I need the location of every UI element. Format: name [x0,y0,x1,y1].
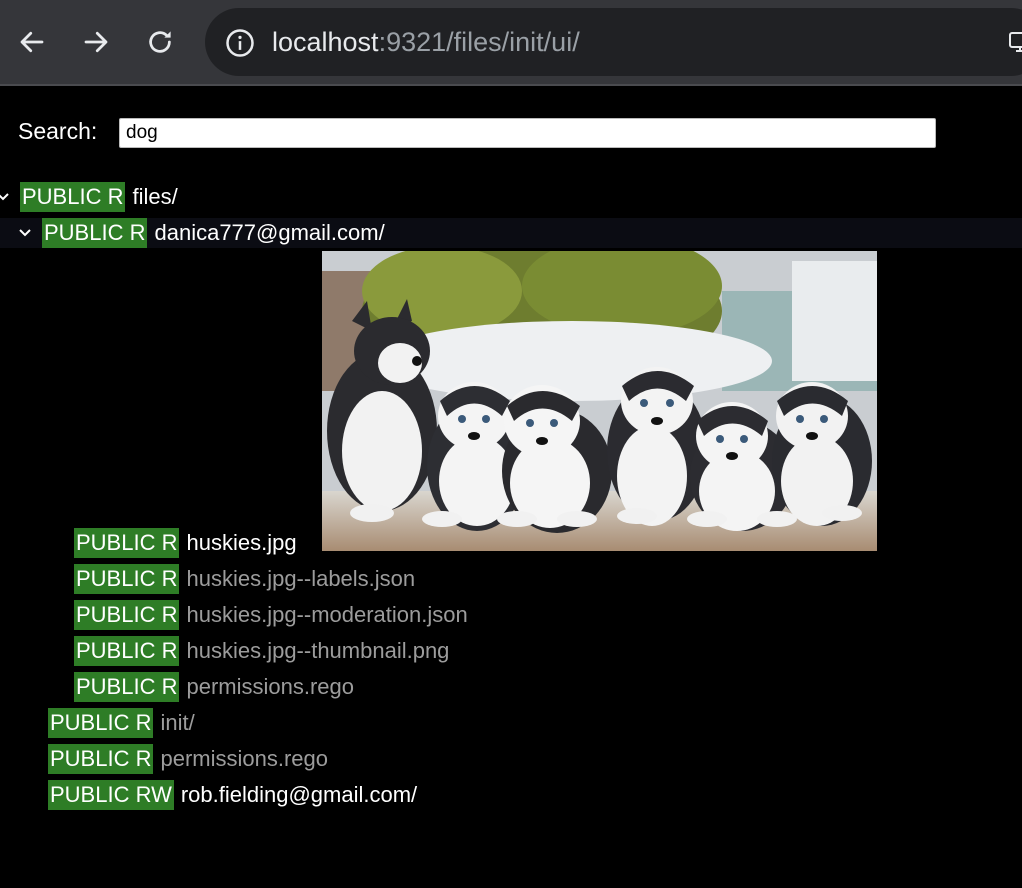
file-name[interactable]: permissions.rego [160,746,328,772]
address-bar[interactable]: localhost:9321/files/init/ui/ [205,8,1022,76]
permission-badge: PUBLIC R [74,600,180,630]
list-item[interactable]: PUBLIC R huskies.jpg--thumbnail.png [74,636,449,666]
permission-badge: PUBLIC R [48,708,154,738]
folder-name[interactable]: files/ [132,184,177,210]
permission-badge: PUBLIC R [20,182,126,212]
reload-icon [149,31,171,53]
huskies-photo [322,251,877,551]
tree-row-user-danica[interactable]: PUBLIC R danica777@gmail.com/ [0,218,1022,248]
tree-row-permissions[interactable]: PUBLIC R permissions.rego [48,744,328,774]
file-name[interactable]: huskies.jpg [186,530,296,556]
permission-badge: PUBLIC R [74,636,180,666]
list-item[interactable]: PUBLIC R huskies.jpg [74,528,297,558]
permission-badge: PUBLIC RW [48,780,174,810]
cast-icon[interactable] [1008,30,1022,54]
search-label: Search: [18,118,98,144]
file-name[interactable]: huskies.jpg--thumbnail.png [186,638,449,664]
forward-arrow-icon [84,31,108,53]
back-button[interactable] [12,22,52,62]
info-icon[interactable] [225,28,255,58]
reload-button[interactable] [140,22,180,62]
back-arrow-icon [20,31,44,53]
file-name[interactable]: huskies.jpg--labels.json [186,566,415,592]
url-text[interactable]: localhost:9321/files/init/ui/ [272,24,580,60]
chevron-down-icon[interactable] [0,190,10,204]
chevron-down-icon[interactable] [18,226,32,240]
permission-badge: PUBLIC R [74,528,180,558]
permission-badge: PUBLIC R [74,672,180,702]
folder-name[interactable]: rob.fielding@gmail.com/ [181,782,417,808]
url-path: :9321/files/init/ui/ [378,27,580,57]
folder-name[interactable]: danica777@gmail.com/ [154,220,384,246]
list-item[interactable]: PUBLIC R huskies.jpg--moderation.json [74,600,468,630]
folder-name[interactable]: init/ [160,710,194,736]
image-preview-huskies [322,251,877,551]
forward-button[interactable] [76,22,116,62]
file-name[interactable]: huskies.jpg--moderation.json [186,602,467,628]
permission-badge: PUBLIC R [48,744,154,774]
file-name[interactable]: permissions.rego [186,674,354,700]
tree-row-files[interactable]: PUBLIC R files/ [0,182,178,212]
list-item[interactable]: PUBLIC R permissions.rego [74,672,354,702]
tree-row-init[interactable]: PUBLIC R init/ [48,708,195,738]
permission-badge: PUBLIC R [74,564,180,594]
list-item[interactable]: PUBLIC R huskies.jpg--labels.json [74,564,415,594]
tree-row-user-rob[interactable]: PUBLIC RW rob.fielding@gmail.com/ [48,780,417,810]
url-host: localhost [272,27,379,57]
browser-toolbar: localhost:9321/files/init/ui/ [0,0,1022,86]
permission-badge: PUBLIC R [42,218,148,248]
search-input[interactable] [119,118,936,148]
file-browser: Search: PUBLIC R files/ PUBLIC R danica7… [0,86,1022,888]
